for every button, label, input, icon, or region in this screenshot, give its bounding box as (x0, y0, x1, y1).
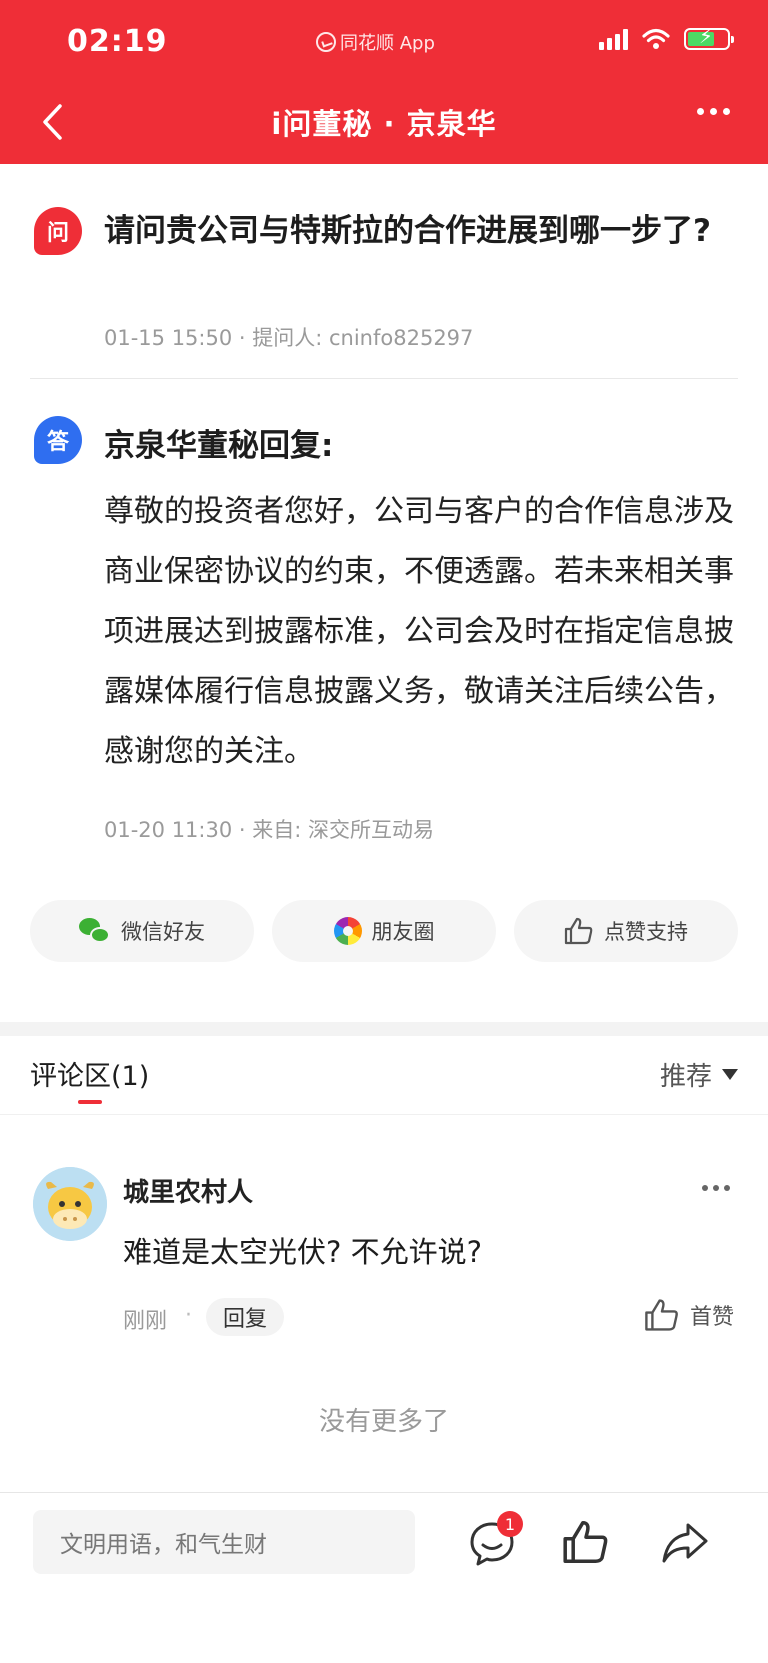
like-icon[interactable] (562, 1518, 610, 1566)
sort-dropdown[interactable]: 推荐 (660, 1056, 738, 1093)
comment-like-button[interactable]: 首赞 (644, 1298, 734, 1332)
reply-button[interactable]: 回复 (206, 1298, 285, 1336)
avatar[interactable] (33, 1167, 107, 1241)
section-separator (0, 1022, 768, 1036)
comment-username[interactable]: 城里农村人 (123, 1172, 253, 1209)
separator-dot: · (185, 1303, 192, 1328)
question-meta: 01-15 15:50 · 提问人: cninfo825297 (104, 326, 474, 350)
thumbs-up-icon (645, 1299, 678, 1331)
status-app-name: 同花顺 App (340, 33, 435, 54)
status-icons: ⚡ (599, 26, 734, 50)
app-logo-icon (316, 32, 336, 52)
answer-badge-icon: 答 (34, 416, 82, 464)
answer-meta: 01-20 11:30 · 来自: 深交所互动易 (104, 818, 434, 842)
divider (0, 1492, 768, 1493)
question-text: 请问贵公司与特斯拉的合作进展到哪一步了? (104, 213, 711, 249)
comment-time: 刚刚 (123, 1309, 168, 1334)
share-wechat-label: 微信好友 (121, 920, 205, 944)
cow-avatar-icon (33, 1167, 107, 1241)
thumbs-up-icon (564, 917, 593, 945)
divider (30, 378, 738, 379)
share-row: 微信好友 朋友圈 点赞支持 (30, 900, 738, 962)
answer-text: 尊敬的投资者您好，公司与客户的合作信息涉及商业保密协议的约束，不便透露。若未来相… (104, 494, 734, 769)
status-time: 02:19 (67, 24, 168, 59)
comment-input[interactable]: 文明用语，和气生财 (33, 1510, 415, 1574)
signal-icon (599, 28, 628, 50)
wifi-icon (642, 28, 670, 49)
end-of-list-text: 没有更多了 (318, 1407, 449, 1437)
top-bar: 02:19 同花顺 App ⚡ i问董秘 · 京泉华 (0, 0, 768, 164)
comment-more-icon[interactable] (702, 1185, 730, 1191)
comment-like-label: 首赞 (689, 1305, 734, 1330)
caret-down-icon (722, 1069, 738, 1080)
tab-indicator (78, 1100, 102, 1104)
sort-label: 推荐 (659, 1062, 712, 1092)
comment-text: 难道是太空光伏? 不允许说? (123, 1235, 483, 1269)
share-moments-button[interactable]: 朋友圈 (272, 900, 496, 962)
battery-icon: ⚡ (684, 26, 734, 50)
comments-tab[interactable]: 评论区(1) (30, 1054, 149, 1093)
page-title: i问董秘 · 京泉华 (271, 107, 497, 141)
wechat-icon (79, 918, 111, 944)
moments-icon (333, 917, 362, 945)
like-support-label: 点赞支持 (604, 920, 688, 944)
question-badge-icon: 问 (34, 207, 82, 255)
share-moments-label: 朋友圈 (371, 920, 435, 944)
divider (0, 1114, 768, 1115)
status-app-indicator: 同花顺 App (316, 29, 435, 55)
share-icon[interactable] (660, 1519, 710, 1565)
more-options-icon[interactable] (697, 108, 730, 115)
answer-title: 京泉华董秘回复: (104, 428, 334, 464)
like-support-button[interactable]: 点赞支持 (514, 900, 738, 962)
share-wechat-button[interactable]: 微信好友 (30, 900, 254, 962)
comment-count-badge: 1 (497, 1511, 523, 1537)
